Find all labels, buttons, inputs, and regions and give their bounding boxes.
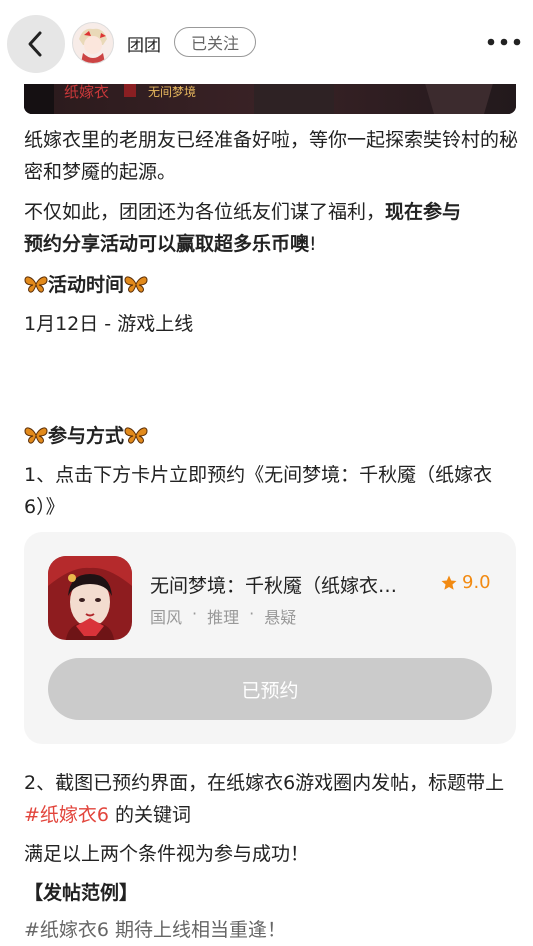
game-card[interactable]: 无间梦境：千秋魇（纸嫁衣… 9.0 国风 · 推理 · 悬疑 已预约	[24, 532, 516, 744]
welfare-bold-text-2: 预约分享活动可以赢取超多乐币噢	[24, 233, 310, 255]
more-dots-icon	[487, 38, 521, 46]
activity-time-detail: 1月12日 - 游戏上线	[24, 313, 194, 335]
intro-paragraph: 纸嫁衣里的老朋友已经准备好啦，等你一起探索奘铃村的秘密和梦魇的起源。	[24, 129, 519, 183]
participate-title: 参与方式	[48, 425, 125, 447]
game-tag: 国风	[150, 608, 183, 627]
follow-button[interactable]: 已关注	[174, 27, 256, 57]
game-app-icon[interactable]	[48, 556, 132, 640]
hashtag-link[interactable]: #纸嫁衣6	[24, 804, 109, 826]
back-button[interactable]	[7, 15, 65, 73]
top-bar: 团团 已关注	[0, 0, 533, 84]
rating-value: 9.0	[462, 572, 491, 593]
game-rating: 9.0	[440, 572, 491, 593]
back-arrow-icon	[28, 31, 42, 57]
step-2-suffix: 的关键词	[109, 804, 192, 826]
tag-separator: ·	[249, 604, 255, 623]
game-tag: 推理	[207, 608, 240, 627]
author-name[interactable]: 团团	[127, 31, 161, 56]
game-name[interactable]: 无间梦境：千秋魇（纸嫁衣…	[150, 571, 397, 598]
activity-time-title: 活动时间	[48, 274, 125, 296]
welfare-text: 不仅如此，团团还为各位纸友们谋了福利，	[24, 201, 386, 223]
butterfly-icon	[124, 276, 148, 293]
participate-heading: 参与方式	[24, 420, 519, 452]
more-button[interactable]	[484, 30, 524, 54]
butterfly-icon	[24, 427, 48, 444]
game-tags: 国风 · 推理 · 悬疑	[150, 604, 296, 628]
banner-title: 纸嫁衣	[64, 83, 109, 101]
success-note: 满足以上两个条件视为参与成功！	[24, 843, 310, 865]
step-1-text: 1、点击下方卡片立即预约《无间梦境：千秋魇（纸嫁衣6）》	[24, 464, 493, 518]
welfare-tail: !	[309, 233, 317, 255]
butterfly-icon	[124, 427, 148, 444]
example-title: 【发帖范例】	[24, 882, 139, 904]
activity-time-heading: 活动时间	[24, 269, 519, 301]
welfare-bold-text: 现在参与	[385, 201, 462, 223]
welfare-paragraph: 不仅如此，团团还为各位纸友们谋了福利，现在参与 预约分享活动可以赢取超多乐币噢!	[24, 196, 519, 260]
banner-subtitle: 无间梦境	[148, 84, 196, 99]
butterfly-icon	[24, 276, 48, 293]
star-icon	[441, 575, 457, 590]
step-2-prefix: 2、截图已预约界面，在纸嫁衣6游戏圈内发帖，标题带上	[24, 772, 505, 794]
reserved-button[interactable]: 已预约	[48, 658, 492, 720]
post-banner-image: 纸嫁衣 无间梦境	[24, 80, 516, 114]
step-2-text: 2、截图已预约界面，在纸嫁衣6游戏圈内发帖，标题带上 #纸嫁衣6 的关键词	[24, 767, 519, 831]
game-tag: 悬疑	[264, 608, 297, 627]
author-avatar[interactable]	[72, 22, 114, 64]
tag-separator: ·	[192, 604, 198, 623]
example-partial-text: #纸嫁衣6 期待上线相当重逢！	[24, 919, 287, 941]
